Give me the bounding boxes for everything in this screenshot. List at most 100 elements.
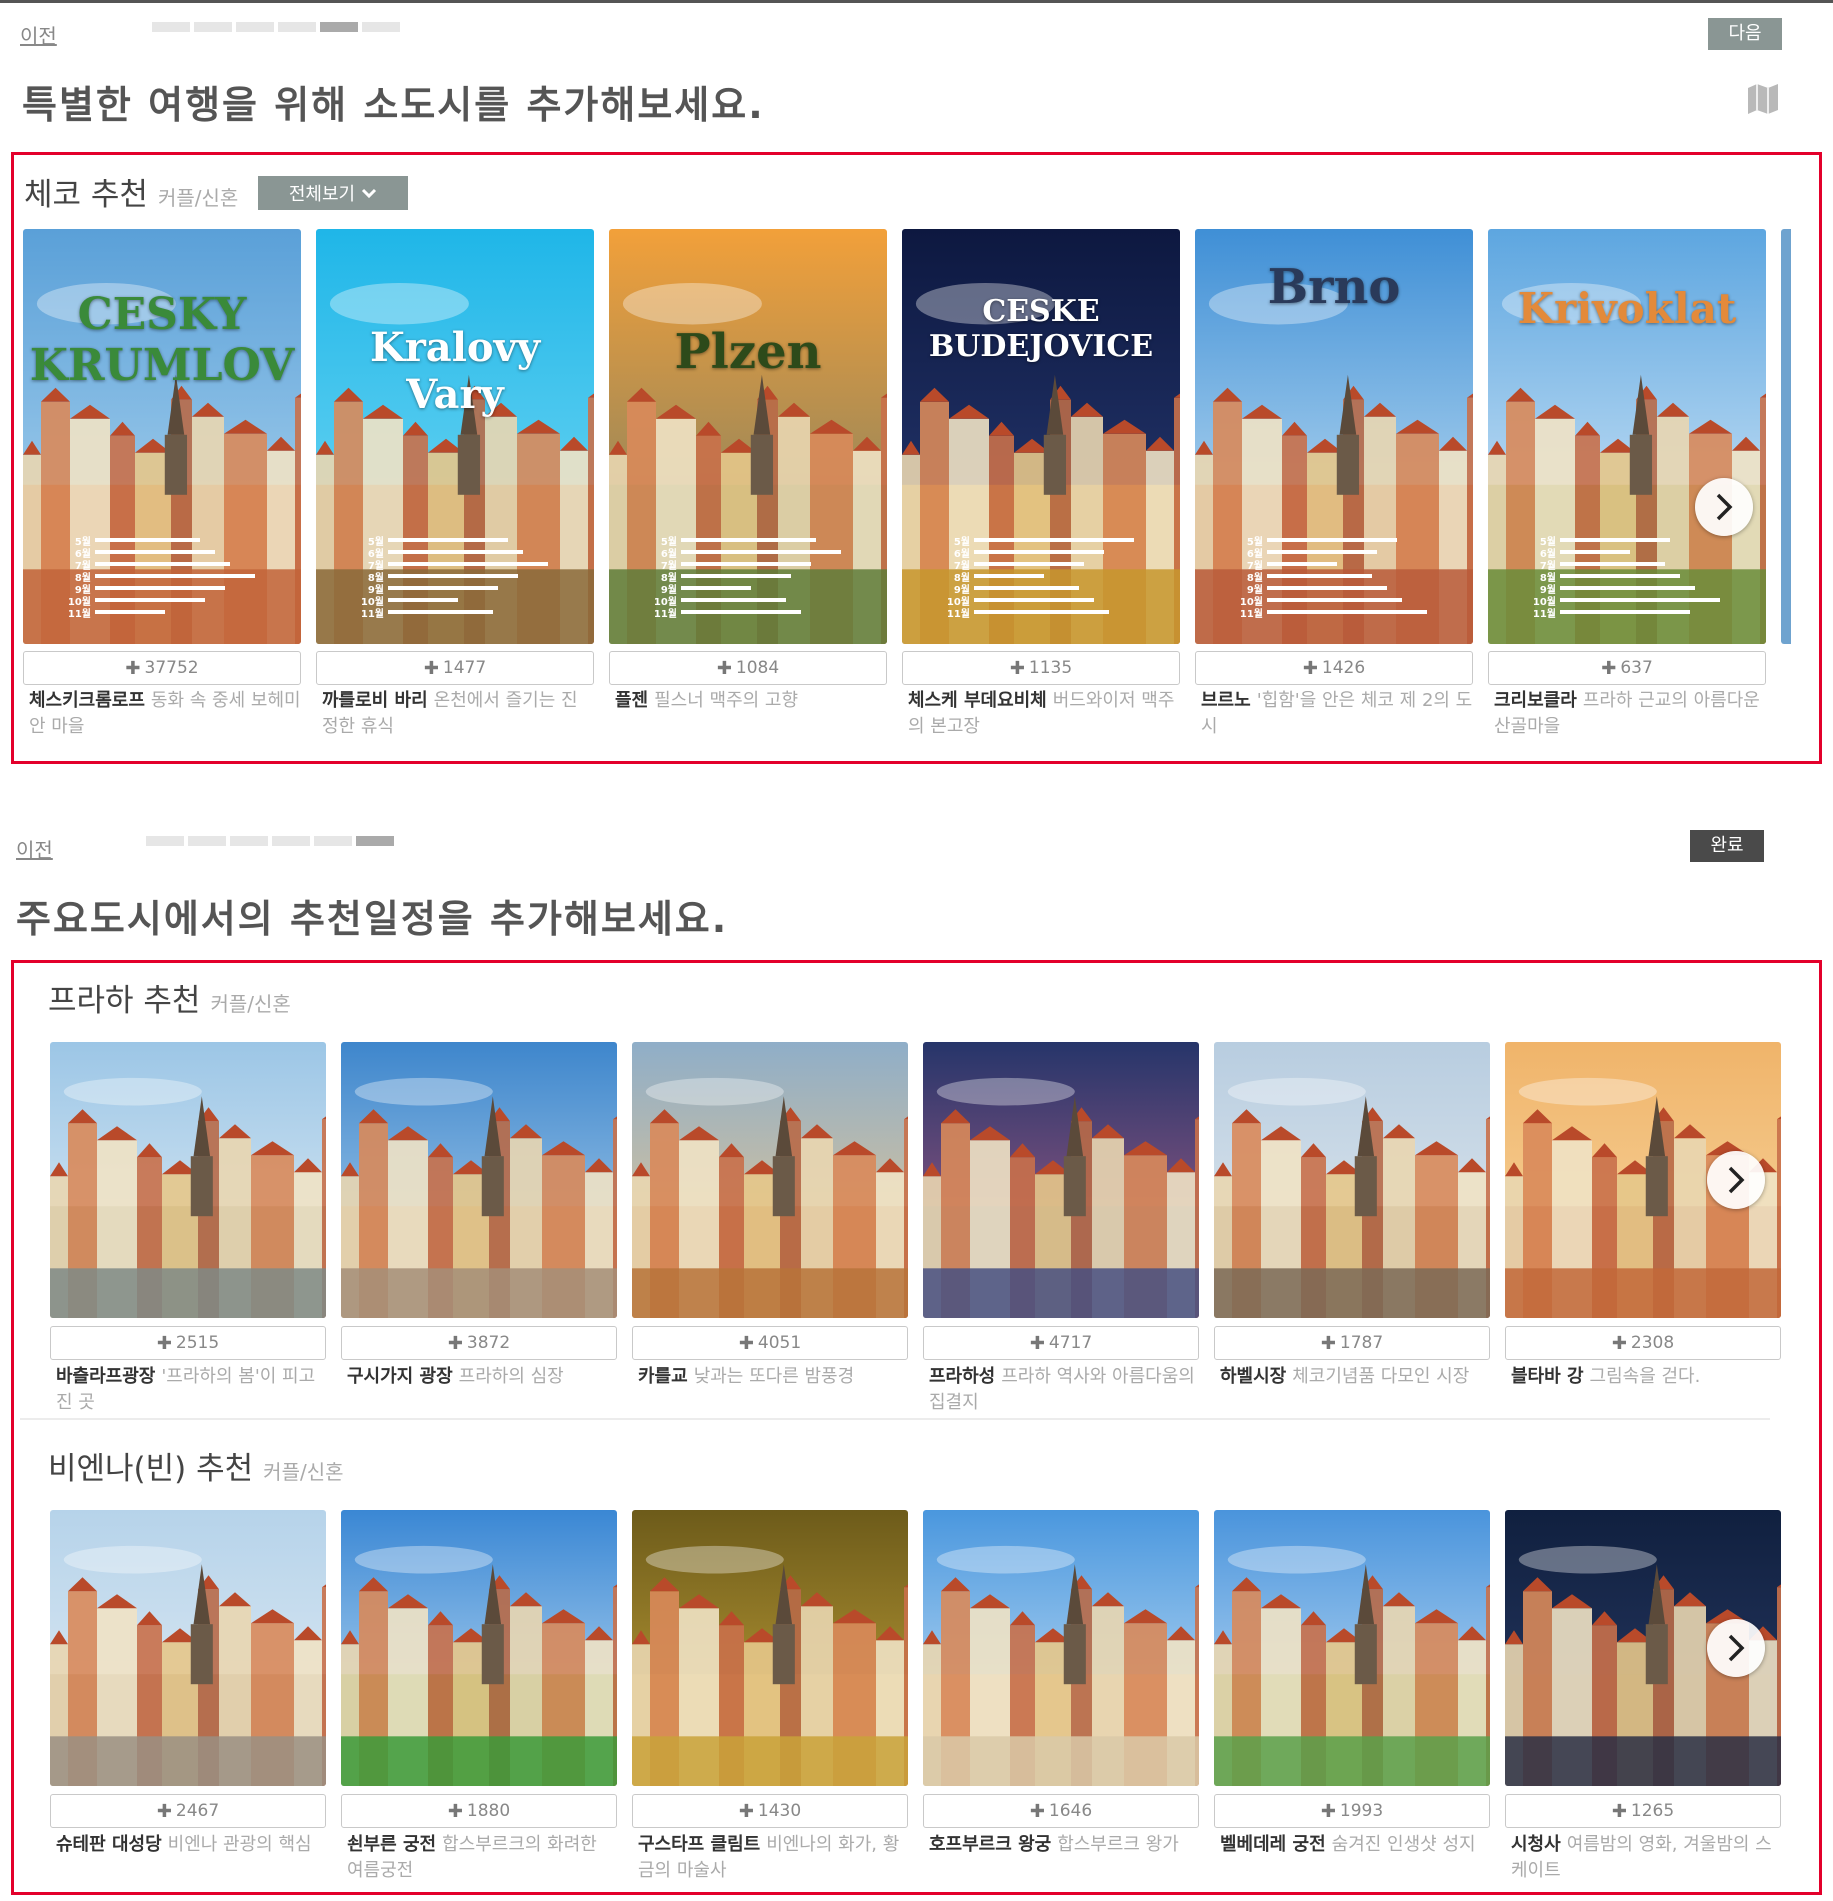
plus-icon: ✚ <box>1029 1332 1045 1354</box>
spot-thumbnail[interactable] <box>923 1042 1199 1318</box>
spot-description: 호프부르크 왕궁 합스부르크 왕가 <box>929 1832 1199 1858</box>
city-card[interactable]: Plzen 5월 6월 7월 8월 9월 10월 11월 ✚ 1084 플젠 필스너 맥주의 고향 <box>609 229 887 749</box>
spot-card[interactable]: ✚ 4051 카를교 낮과는 또다른 밤풍경 <box>632 1042 908 1422</box>
add-count-button[interactable]: ✚ 3872 <box>341 1326 617 1360</box>
spot-card[interactable]: ✚ 4717 프라하성 프라하 역사와 아름다움의 집결지 <box>923 1042 1199 1422</box>
spot-card[interactable]: ✚ 1880 쇤부른 궁전 합스부르크의 화려한 여름궁전 <box>341 1510 617 1890</box>
season-bar <box>388 586 498 590</box>
add-count: 4051 <box>757 1333 802 1353</box>
add-count-button[interactable]: ✚ 1646 <box>923 1794 1199 1828</box>
spot-thumbnail[interactable] <box>923 1510 1199 1786</box>
season-row: 11월 <box>649 606 841 620</box>
spot-thumbnail[interactable] <box>1214 1042 1490 1318</box>
add-count-button[interactable]: ✚ 2515 <box>50 1326 326 1360</box>
plus-icon: ✚ <box>125 657 141 679</box>
add-count-button[interactable]: ✚ 1426 <box>1195 651 1473 685</box>
season-bar <box>1267 574 1372 578</box>
prev-link[interactable]: 이전 <box>16 834 53 863</box>
spot-card[interactable]: ✚ 1265 시청사 여름밤의 영화, 겨울밤의 스케이트 <box>1505 1510 1781 1890</box>
add-count: 1993 <box>1339 1801 1384 1821</box>
city-description: 크리보클라 프라하 근교의 아름다운 산골마을 <box>1494 688 1766 740</box>
spot-name: 구시가지 광장 <box>347 1366 453 1387</box>
add-count-button[interactable]: ✚ 1430 <box>632 1794 908 1828</box>
add-count: 2308 <box>1630 1333 1675 1353</box>
add-count-button[interactable]: ✚ 4051 <box>632 1326 908 1360</box>
view-all-button[interactable]: 전체보기 <box>258 176 408 210</box>
spot-tagline: 프라하의 심장 <box>458 1366 564 1387</box>
add-count: 637 <box>1620 658 1653 678</box>
next-arrow-button[interactable] <box>1707 1151 1765 1209</box>
plus-icon: ✚ <box>738 1800 754 1822</box>
spot-thumbnail[interactable] <box>341 1042 617 1318</box>
add-count-button[interactable]: ✚ 4717 <box>923 1326 1199 1360</box>
season-bar <box>681 586 751 590</box>
spot-description: 블타바 강 그림속을 걷다. <box>1511 1364 1781 1390</box>
spot-thumbnail[interactable] <box>1214 1510 1490 1786</box>
map-icon[interactable] <box>1746 82 1780 116</box>
spot-description: 벨베데레 궁전 숨겨진 인생샷 성지 <box>1220 1832 1490 1858</box>
city-thumbnail[interactable]: CESKE BUDEJOVICE 5월 6월 7월 8월 9월 10월 11월 <box>902 229 1180 644</box>
city-card[interactable]: Kralovy Vary 5월 6월 7월 8월 9월 10월 11월 ✚ 1477 까를로비 바리… <box>316 229 594 749</box>
spot-card[interactable]: ✚ 2467 슈테판 대성당 비엔나 관광의 핵심 <box>50 1510 326 1890</box>
progress-segment <box>188 836 226 846</box>
prev-link[interactable]: 이전 <box>20 20 57 49</box>
spot-description: 바츨라프광장 '프라하의 봄'이 피고 진 곳 <box>56 1364 326 1416</box>
add-count-button[interactable]: ✚ 1477 <box>316 651 594 685</box>
month-label: 11월 <box>653 608 677 620</box>
spot-card[interactable]: ✚ 1993 벨베데레 궁전 숨겨진 인생샷 성지 <box>1214 1510 1490 1890</box>
progress-segment <box>320 22 358 32</box>
city-thumbnail[interactable]: Plzen 5월 6월 7월 8월 9월 10월 11월 <box>609 229 887 644</box>
city-thumbnail[interactable]: CESKY KRUMLOV 5월 6월 7월 8월 9월 10월 11월 <box>23 229 301 644</box>
add-count: 2467 <box>175 1801 220 1821</box>
add-count-button[interactable]: ✚ 2467 <box>50 1794 326 1828</box>
progress-bar <box>146 836 394 846</box>
spot-card[interactable]: ✚ 2308 블타바 강 그림속을 걷다. <box>1505 1042 1781 1422</box>
spot-card[interactable]: ✚ 1787 하벨시장 체코기념품 다모인 시장 <box>1214 1042 1490 1422</box>
add-count: 1084 <box>735 658 780 678</box>
add-count-button[interactable]: ✚ 637 <box>1488 651 1766 685</box>
plus-icon: ✚ <box>716 657 732 679</box>
city-card[interactable]: CESKE BUDEJOVICE 5월 6월 7월 8월 9월 10월 11월 ✚ 1135 체스케… <box>902 229 1180 749</box>
season-bar <box>1560 610 1690 614</box>
spot-thumbnail[interactable] <box>50 1510 326 1786</box>
city-card[interactable]: CESKY KRUMLOV 5월 6월 7월 8월 9월 10월 11월 ✚ 37752 체스키크롬… <box>23 229 301 749</box>
season-bar <box>95 586 225 590</box>
city-thumbnail[interactable]: Brno 5월 6월 7월 8월 9월 10월 11월 <box>1195 229 1473 644</box>
add-count-button[interactable]: ✚ 1265 <box>1505 1794 1781 1828</box>
done-button[interactable]: 완료 <box>1690 830 1764 862</box>
add-count-button[interactable]: ✚ 1993 <box>1214 1794 1490 1828</box>
spot-thumbnail[interactable] <box>632 1510 908 1786</box>
city-art-title: Plzen <box>674 324 822 380</box>
spot-card[interactable]: ✚ 3872 구시가지 광장 프라하의 심장 <box>341 1042 617 1422</box>
month-label: 11월 <box>946 608 970 620</box>
spot-card[interactable]: ✚ 1430 구스타프 클림트 비엔나의 화가, 황금의 마술사 <box>632 1510 908 1890</box>
spot-thumbnail[interactable] <box>632 1042 908 1318</box>
add-count-button[interactable]: ✚ 1084 <box>609 651 887 685</box>
add-count-button[interactable]: ✚ 1787 <box>1214 1326 1490 1360</box>
page-title: 특별한 여행을 위해 소도시를 추가해보세요. <box>22 83 765 127</box>
spot-name: 쇤부른 궁전 <box>347 1834 437 1855</box>
section-header: 비엔나(빈) 추천 커플/신혼 <box>48 1443 344 1488</box>
progress-segment <box>152 22 190 32</box>
spot-card[interactable]: ✚ 2515 바츨라프광장 '프라하의 봄'이 피고 진 곳 <box>50 1042 326 1422</box>
next-button[interactable]: 다음 <box>1708 18 1782 50</box>
city-thumbnail[interactable]: Kralovy Vary 5월 6월 7월 8월 9월 10월 11월 <box>316 229 594 644</box>
add-count-button[interactable]: ✚ 1880 <box>341 1794 617 1828</box>
spot-name: 카를교 <box>638 1366 688 1387</box>
city-thumbnail[interactable]: Krivoklat 5월 6월 7월 8월 9월 10월 11월 <box>1488 229 1766 644</box>
spot-thumbnail[interactable] <box>341 1510 617 1786</box>
season-bar <box>1560 562 1665 566</box>
city-art-title: Krivoklat <box>1517 284 1737 333</box>
add-count-button[interactable]: ✚ 2308 <box>1505 1326 1781 1360</box>
spot-thumbnail[interactable] <box>50 1042 326 1318</box>
city-card[interactable]: Brno 5월 6월 7월 8월 9월 10월 11월 ✚ 1426 브르노 '힙함'을 안은 체코 … <box>1195 229 1473 749</box>
next-arrow-button[interactable] <box>1707 1619 1765 1677</box>
month-label: 11월 <box>360 608 384 620</box>
add-count: 4717 <box>1048 1333 1093 1353</box>
season-bar <box>681 538 816 542</box>
spot-card[interactable]: ✚ 1646 호프부르크 왕궁 합스부르크 왕가 <box>923 1510 1199 1890</box>
add-count-button[interactable]: ✚ 37752 <box>23 651 301 685</box>
add-count: 1265 <box>1630 1801 1675 1821</box>
next-arrow-button[interactable] <box>1695 478 1753 536</box>
add-count-button[interactable]: ✚ 1135 <box>902 651 1180 685</box>
